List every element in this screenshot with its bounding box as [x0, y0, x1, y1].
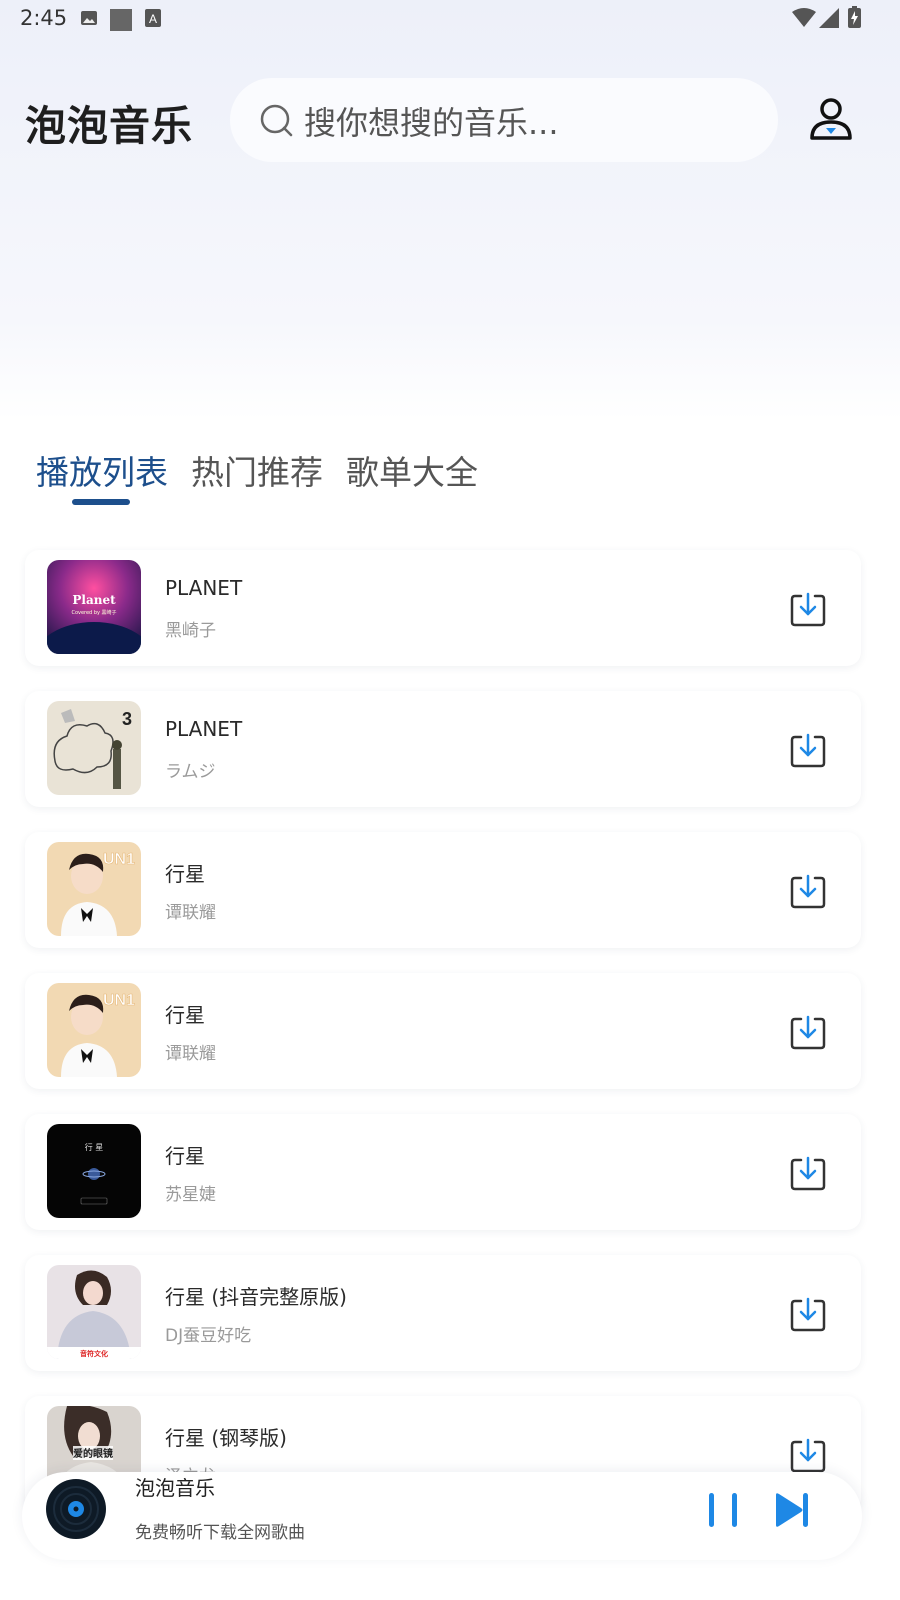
album-cover: 音符文化 — [47, 1265, 141, 1359]
cover-text: 音符文化 — [80, 1349, 108, 1358]
square-icon — [110, 9, 132, 31]
battery-charging-icon — [848, 6, 861, 28]
song-list-item[interactable]: 3 PLANET ラムジ — [25, 691, 861, 807]
pause-icon — [709, 1493, 737, 1527]
search-input[interactable]: 搜你想搜的音乐... — [230, 78, 778, 162]
search-placeholder: 搜你想搜的音乐... — [304, 104, 559, 142]
cover-text: 3 — [122, 709, 132, 729]
player-title: 泡泡音乐 — [135, 1476, 215, 1500]
download-button[interactable] — [789, 1154, 827, 1192]
song-artist: 黑崎子 — [165, 621, 216, 641]
download-icon — [790, 1156, 826, 1191]
tab-hot-recommend[interactable]: 热门推荐 — [191, 446, 323, 494]
album-cover: 行 星 — [47, 1124, 141, 1218]
download-button[interactable] — [789, 872, 827, 910]
song-list-item[interactable]: UN1 行星 谭联耀 — [25, 832, 861, 948]
mini-player[interactable]: 泡泡音乐 免费畅听下载全网歌曲 — [22, 1472, 862, 1560]
skip-next-icon — [776, 1493, 808, 1527]
download-icon — [790, 592, 826, 627]
song-list-item[interactable]: 行 星 行星 苏星婕 — [25, 1114, 861, 1230]
cover-subtext: Covered by 黑崎子 — [71, 609, 116, 616]
song-title: 行星 (钢琴版) — [165, 1426, 287, 1450]
tab-song-collections[interactable]: 歌单大全 — [346, 446, 478, 494]
pause-button[interactable] — [706, 1492, 740, 1528]
song-title: PLANET — [165, 576, 243, 600]
search-icon — [260, 104, 293, 137]
cover-text: Planet — [72, 593, 116, 607]
song-artist: 谭联耀 — [165, 1044, 216, 1064]
song-artist: DJ蚕豆好吃 — [165, 1326, 252, 1346]
next-track-button[interactable] — [774, 1492, 812, 1528]
song-artist: 苏星婕 — [165, 1185, 216, 1205]
vinyl-disc-icon — [46, 1479, 106, 1539]
song-list-item[interactable]: Planet Covered by 黑崎子 PLANET 黑崎子 — [25, 550, 861, 666]
download-button[interactable] — [789, 731, 827, 769]
download-icon — [790, 733, 826, 768]
download-icon — [790, 1297, 826, 1332]
wifi-icon — [792, 8, 816, 27]
status-time: 2:45 — [20, 6, 68, 30]
cover-text: UN1 — [103, 992, 135, 1009]
album-cover: 3 — [47, 701, 141, 795]
download-icon — [790, 874, 826, 909]
download-icon — [790, 1438, 826, 1473]
song-artist: 谭联耀 — [165, 903, 216, 923]
tab-playlist[interactable]: 播放列表 — [36, 446, 168, 494]
cover-text: 爱的眼镜 — [73, 1447, 113, 1460]
a-badge-icon: A — [145, 9, 161, 27]
download-button[interactable] — [789, 1295, 827, 1333]
status-bar: 2:45 A — [0, 0, 900, 36]
song-list: Planet Covered by 黑崎子 PLANET 黑崎子 3 PLANE… — [25, 550, 861, 1537]
cover-text: UN1 — [103, 851, 135, 868]
album-cover: UN1 — [47, 842, 141, 936]
download-button[interactable] — [789, 590, 827, 628]
song-artist: ラムジ — [165, 762, 216, 782]
cover-text: 行 星 — [85, 1142, 104, 1152]
song-title: 行星 (抖音完整原版) — [165, 1285, 347, 1309]
svg-text:A: A — [149, 12, 157, 26]
download-button[interactable] — [789, 1436, 827, 1474]
song-list-item[interactable]: UN1 行星 谭联耀 — [25, 973, 861, 1089]
profile-button[interactable] — [808, 96, 854, 142]
album-cover: Planet Covered by 黑崎子 — [47, 560, 141, 654]
tab-indicator — [72, 499, 130, 505]
app-title: 泡泡音乐 — [25, 102, 193, 150]
song-list-item[interactable]: 音符文化 行星 (抖音完整原版) DJ蚕豆好吃 — [25, 1255, 861, 1371]
signal-icon — [819, 8, 839, 28]
player-subtitle: 免费畅听下载全网歌曲 — [135, 1523, 305, 1543]
album-cover: UN1 — [47, 983, 141, 1077]
image-icon — [81, 11, 97, 25]
song-title: PLANET — [165, 717, 243, 741]
download-icon — [790, 1015, 826, 1050]
song-title: 行星 — [165, 1003, 205, 1027]
song-title: 行星 — [165, 1144, 205, 1168]
person-icon — [810, 98, 852, 140]
download-button[interactable] — [789, 1013, 827, 1051]
song-title: 行星 — [165, 862, 205, 886]
